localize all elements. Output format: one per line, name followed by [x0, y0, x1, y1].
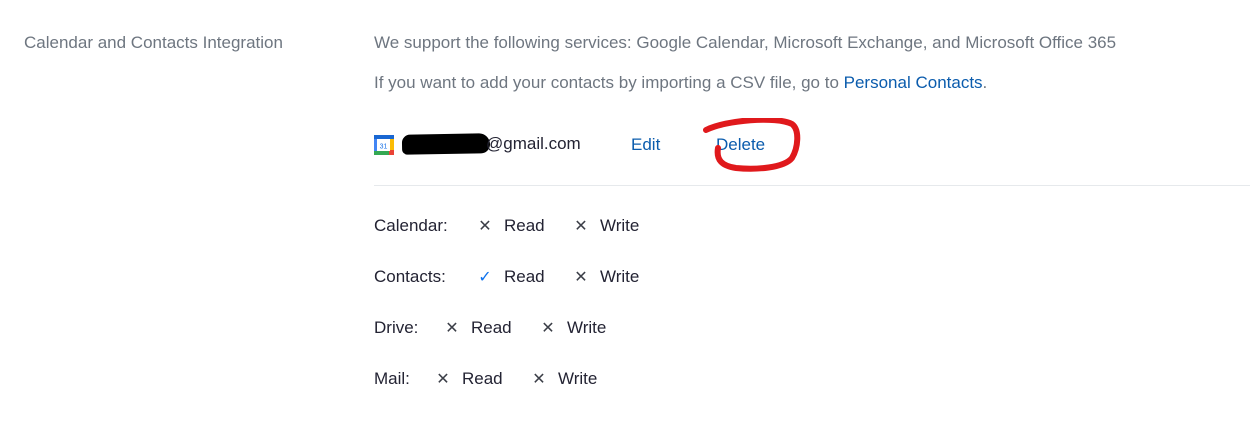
csv-import-prefix: If you want to add your contacts by impo…	[374, 73, 844, 92]
section-divider	[374, 185, 1250, 186]
denied-icon: ✕	[436, 371, 450, 388]
permission-write: ✕ Write	[541, 318, 606, 338]
account-email: @gmail.com	[486, 134, 581, 153]
edit-account-button[interactable]: Edit	[631, 135, 660, 155]
permission-write: ✕ Write	[574, 267, 639, 287]
permission-read-label: Read	[471, 318, 512, 337]
permission-write: ✕ Write	[574, 216, 639, 236]
permission-label: Calendar:	[374, 216, 448, 235]
permission-label: Contacts:	[374, 267, 446, 286]
csv-import-suffix: .	[982, 73, 988, 92]
permission-read-label: Read	[504, 267, 545, 286]
permission-write-label: Write	[567, 318, 607, 337]
permission-write-label: Write	[600, 267, 640, 286]
check-icon: ✓	[478, 269, 492, 286]
permission-write-label: Write	[558, 369, 598, 388]
permission-label: Drive:	[374, 318, 419, 337]
permission-write: ✕ Write	[532, 369, 597, 389]
svg-text:31: 31	[380, 144, 388, 151]
permission-label: Mail:	[374, 369, 410, 388]
denied-icon: ✕	[541, 320, 555, 337]
denied-icon: ✕	[532, 371, 546, 388]
denied-icon: ✕	[574, 218, 588, 235]
permission-read: ✓ Read	[478, 267, 545, 287]
permission-read: ✕ Read	[436, 369, 503, 389]
delete-account-button[interactable]: Delete	[716, 135, 765, 155]
denied-icon: ✕	[445, 320, 459, 337]
supported-services-text: We support the following services: Googl…	[374, 33, 1117, 52]
csv-import-text: If you want to add your contacts by impo…	[374, 73, 987, 93]
permission-read: ✕ Read	[445, 318, 512, 338]
denied-icon: ✕	[574, 269, 588, 286]
denied-icon: ✕	[478, 218, 492, 235]
permission-read: ✕ Read	[478, 216, 545, 236]
redacted-email-username	[401, 133, 491, 155]
google-calendar-icon: 31	[374, 135, 394, 155]
permission-write-label: Write	[600, 216, 640, 235]
permission-read-label: Read	[462, 369, 503, 388]
connected-account-row: 31 @gmail.com Edit Delete	[374, 118, 974, 172]
section-label: Calendar and Contacts Integration	[24, 33, 283, 52]
permission-read-label: Read	[504, 216, 545, 235]
personal-contacts-link[interactable]: Personal Contacts	[844, 73, 983, 92]
